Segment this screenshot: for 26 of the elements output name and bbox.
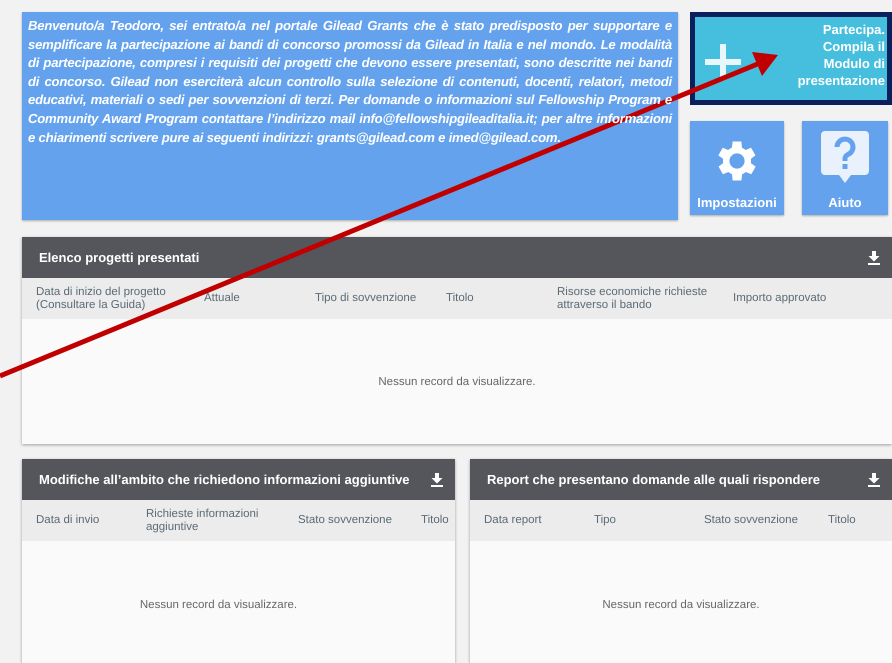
column-header: Stato sovvenzione <box>298 514 393 527</box>
column-header: Richieste informazioni aggiuntive <box>146 508 260 534</box>
panel-title: Modifiche all’ambito che richiedono informazioni aggiuntive <box>39 470 410 489</box>
create-application-button[interactable]: Partecipa. Compila il Modulo di presentazione <box>690 12 892 105</box>
column-header: Data report <box>484 514 543 527</box>
column-header: Tipo <box>594 514 617 527</box>
panel-title: Elenco progetti presentati <box>39 248 200 267</box>
column-header: Tipo di sovvenzione <box>315 292 418 305</box>
column-header: Risorse economiche richieste attraverso il bando <box>557 286 708 312</box>
column-header: Titolo <box>421 514 450 527</box>
empty-message: Nessun record da visualizzare. <box>138 598 298 613</box>
download-icon[interactable] <box>868 250 880 264</box>
column-header: Importo approvato <box>733 292 828 305</box>
settings-button[interactable]: Impostazioni <box>690 121 784 215</box>
empty-message: Nessun record da visualizzare. <box>601 598 761 613</box>
download-icon[interactable] <box>868 472 880 486</box>
column-header: Data di inizio del progetto (Consultare la Guida) <box>36 286 167 312</box>
column-header: Attuale <box>204 292 241 305</box>
column-header: Data di invio <box>36 514 100 527</box>
column-header: Titolo <box>828 514 857 527</box>
help-button[interactable]: Aiuto <box>802 121 888 215</box>
column-header: Stato sovvenzione <box>704 514 799 527</box>
column-header: Titolo <box>446 292 475 305</box>
panel-title: Report che presentano domande alle quali rispondere <box>487 470 820 489</box>
download-icon[interactable] <box>431 472 443 486</box>
empty-message: Nessun record da visualizzare. <box>377 375 537 390</box>
